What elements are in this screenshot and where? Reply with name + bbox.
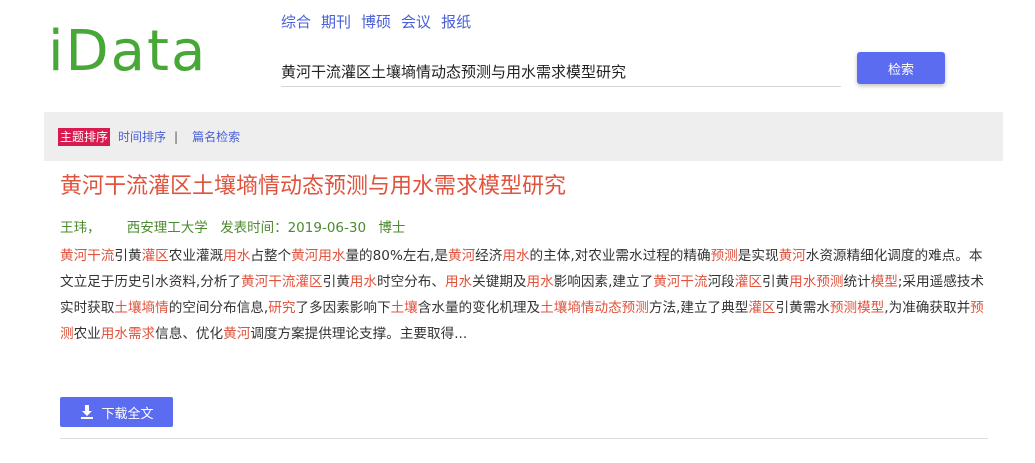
sort-options: 主题排序 时间排序 | 篇名检索 <box>58 128 240 146</box>
abstract-text: 量的80%左右,是 <box>345 248 448 264</box>
abstract-text: 的主体,对农业需水过程的精确 <box>529 248 711 264</box>
abstract-text: 关键期及 <box>472 274 527 290</box>
abstract-text: 引黄 <box>761 274 790 290</box>
result-meta: 王玮， 西安理工大学 发表时间：2019-06-30 博士 <box>60 218 405 238</box>
abstract-text: 的空间分布信息, <box>168 300 269 316</box>
abstract-keyword-highlight: 用水 <box>526 274 554 290</box>
search-button[interactable]: 检索 <box>857 52 945 84</box>
sort-by-topic[interactable]: 主题排序 <box>58 128 111 146</box>
result-title[interactable]: 黄河干流灌区土壤墒情动态预测与用水需求模型研究 <box>60 172 566 202</box>
abstract-keyword-highlight: 灌区 <box>141 248 169 264</box>
abstract-keyword-highlight: 用水 <box>349 274 377 290</box>
download-full-text-button[interactable]: 下载全文 <box>60 397 173 427</box>
abstract-keyword-highlight: 用水 <box>502 248 530 264</box>
abstract-keyword-highlight: 土壤 <box>390 300 418 316</box>
nav-item-journals[interactable]: 期刊 <box>321 12 351 32</box>
abstract-text: 调度方案提供理论支撑。主要取得... <box>250 326 468 342</box>
abstract-text: 河段 <box>707 274 735 290</box>
search-input[interactable] <box>281 56 841 87</box>
abstract-keyword-highlight: 预测模型 <box>829 300 885 316</box>
abstract-keyword-highlight: 黄河干流 <box>653 274 708 290</box>
abstract-text: 引黄 <box>322 274 350 290</box>
nav-item-newspapers[interactable]: 报纸 <box>441 12 471 32</box>
download-icon <box>79 404 95 420</box>
abstract-keyword-highlight: 用水预测 <box>789 274 844 290</box>
abstract-text: 统计 <box>843 274 871 290</box>
abstract-text: 是实现 <box>737 248 779 264</box>
nav-item-comprehensive[interactable]: 综合 <box>281 12 311 32</box>
abstract-text: ,为准确获取并 <box>884 300 971 316</box>
abstract-text: 农业 <box>73 326 101 342</box>
abstract-text: 经济 <box>475 248 503 264</box>
abstract-text: 时空分布、 <box>376 274 445 290</box>
abstract-keyword-highlight: 黄河干流灌区 <box>241 274 323 290</box>
abstract-keyword-highlight: 灌区 <box>734 274 762 290</box>
abstract-keyword-highlight: 用水 <box>444 274 473 290</box>
abstract-text: 占整个 <box>250 248 292 264</box>
nav-item-theses[interactable]: 博硕 <box>361 12 391 32</box>
abstract-keyword-highlight: 灌区 <box>748 300 776 316</box>
result-abstract: 黄河干流引黄灌区农业灌溉用水占整个黄河用水量的80%左右,是黄河经济用水的主体,… <box>60 243 990 347</box>
abstract-keyword-highlight: 黄河 <box>447 248 476 264</box>
sort-by-time[interactable]: 时间排序 <box>118 128 166 146</box>
publish-date: 2019-06-30 <box>287 220 367 236</box>
abstract-keyword-highlight: 黄河 <box>778 248 806 264</box>
top-nav: 综合 期刊 博硕 会议 报纸 <box>281 12 471 32</box>
download-label: 下载全文 <box>101 406 154 422</box>
abstract-keyword-highlight: 用水需求 <box>100 326 156 342</box>
abstract-keyword-highlight: 用水 <box>223 248 251 264</box>
abstract-keyword-highlight: 模型 <box>870 274 898 290</box>
abstract-text: 影响因素,建立了 <box>553 274 654 290</box>
sort-separator: | <box>174 130 179 144</box>
page: iData 综合 期刊 博硕 会议 报纸 检索 主题排序 时间排序 | 篇名检索… <box>0 0 1035 463</box>
abstract-keyword-highlight: 研究 <box>268 300 296 316</box>
abstract-keyword-highlight: 预测 <box>710 248 738 264</box>
abstract-keyword-highlight: 黄河用水 <box>291 248 346 264</box>
result-divider <box>60 438 988 439</box>
degree-badge: 博士 <box>378 220 406 236</box>
result-institution: 西安理工大学 <box>126 220 208 236</box>
abstract-keyword-highlight: 土壤墒情 <box>114 300 169 316</box>
abstract-text: 引黄需水 <box>775 300 830 316</box>
abstract-text: 引黄 <box>114 248 142 264</box>
sort-bar: 主题排序 时间排序 | 篇名检索 <box>44 112 1003 161</box>
abstract-keyword-highlight: 黄河 <box>223 326 251 342</box>
result-author[interactable]: 王玮， <box>60 218 101 238</box>
abstract-text: 信息、优化 <box>155 326 224 342</box>
title-search-link[interactable]: 篇名检索 <box>192 128 240 146</box>
abstract-text: 方法,建立了典型 <box>648 300 749 316</box>
abstract-keyword-highlight: 土壤墒情动态预测 <box>540 300 649 316</box>
idata-logo[interactable]: iData <box>48 16 207 88</box>
abstract-text: 了多因素影响下 <box>295 300 391 316</box>
abstract-text: 农业灌溉 <box>168 248 224 264</box>
publish-date-label: 发表时间： <box>220 220 288 236</box>
abstract-text: 含水量的变化机理及 <box>417 300 541 316</box>
abstract-keyword-highlight: 黄河干流 <box>60 248 115 264</box>
nav-item-conferences[interactable]: 会议 <box>401 12 431 32</box>
